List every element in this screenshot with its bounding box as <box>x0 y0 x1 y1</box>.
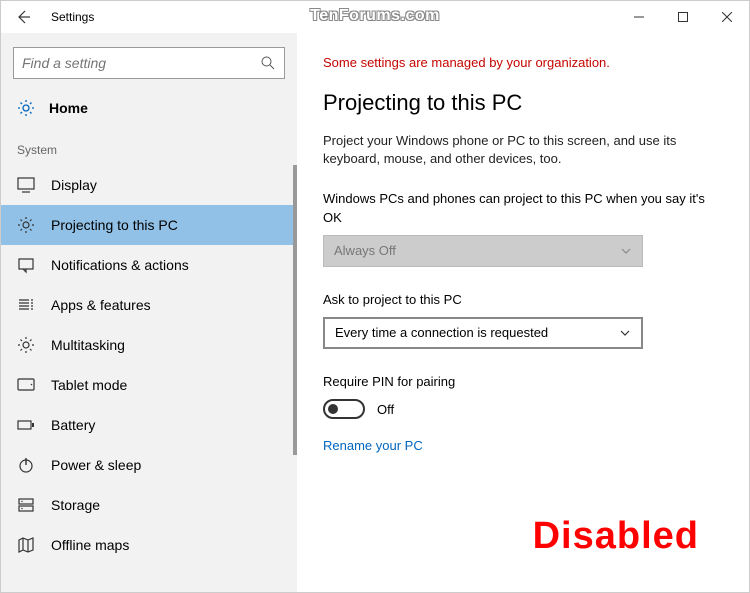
sidebar-item-multitasking[interactable]: Multitasking <box>1 325 297 365</box>
notifications-icon <box>17 256 35 274</box>
sidebar-item-storage[interactable]: Storage <box>1 485 297 525</box>
section-label: System <box>1 129 297 165</box>
sidebar-item-label: Power & sleep <box>51 457 141 473</box>
sidebar-item-label: Display <box>51 177 97 193</box>
page-description: Project your Windows phone or PC to this… <box>323 132 723 168</box>
sidebar-item-label: Notifications & actions <box>51 257 189 273</box>
battery-icon <box>17 416 35 434</box>
home-button[interactable]: Home <box>1 91 297 129</box>
sidebar-item-label: Tablet mode <box>51 377 127 393</box>
toggle-knob <box>328 404 338 414</box>
multitasking-icon <box>17 336 35 354</box>
sidebar-item-projecting[interactable]: Projecting to this PC <box>1 205 297 245</box>
arrow-left-icon <box>15 9 31 25</box>
nav-list: Display Projecting to this PC Notificati… <box>1 165 297 565</box>
sidebar-item-label: Multitasking <box>51 337 125 353</box>
org-notice: Some settings are managed by your organi… <box>323 55 723 70</box>
sidebar-item-label: Apps & features <box>51 297 151 313</box>
window-title: Settings <box>51 10 94 24</box>
maps-icon <box>17 536 35 554</box>
maximize-icon <box>678 12 688 22</box>
sidebar-item-label: Offline maps <box>51 537 129 553</box>
search-box[interactable] <box>13 47 285 79</box>
minimize-button[interactable] <box>617 1 661 33</box>
window-controls <box>617 1 749 33</box>
page-heading: Projecting to this PC <box>323 90 723 116</box>
sidebar-item-apps[interactable]: Apps & features <box>1 285 297 325</box>
display-icon <box>17 176 35 194</box>
power-icon <box>17 456 35 474</box>
pin-toggle[interactable] <box>323 399 365 419</box>
minimize-icon <box>634 12 644 22</box>
sidebar-item-label: Battery <box>51 417 95 433</box>
search-input[interactable] <box>22 55 260 71</box>
sidebar-item-battery[interactable]: Battery <box>1 405 297 445</box>
watermark: TenForums.com <box>310 7 440 25</box>
sidebar-item-display[interactable]: Display <box>1 165 297 205</box>
pin-label: Require PIN for pairing <box>323 373 723 391</box>
close-icon <box>722 12 732 22</box>
sidebar-item-notifications[interactable]: Notifications & actions <box>1 245 297 285</box>
sidebar-item-power[interactable]: Power & sleep <box>1 445 297 485</box>
sidebar: Home System Display Projecting to this P… <box>1 33 297 592</box>
maximize-button[interactable] <box>661 1 705 33</box>
gear-icon <box>17 99 35 117</box>
project-permission-select: Always Off <box>323 235 643 267</box>
tablet-icon <box>17 376 35 394</box>
chevron-down-icon <box>620 245 632 257</box>
sidebar-item-tablet[interactable]: Tablet mode <box>1 365 297 405</box>
home-label: Home <box>49 100 88 116</box>
close-button[interactable] <box>705 1 749 33</box>
chevron-down-icon <box>619 327 631 339</box>
search-icon <box>260 55 276 71</box>
project-permission-label: Windows PCs and phones can project to th… <box>323 190 723 226</box>
back-button[interactable] <box>1 1 45 33</box>
sidebar-item-maps[interactable]: Offline maps <box>1 525 297 565</box>
ask-project-select[interactable]: Every time a connection is requested <box>323 317 643 349</box>
main-panel: Some settings are managed by your organi… <box>297 33 749 592</box>
gear-icon <box>17 216 35 234</box>
sidebar-item-label: Projecting to this PC <box>51 217 178 233</box>
titlebar: Settings TenForums.com <box>1 1 749 33</box>
toggle-state-label: Off <box>377 402 394 417</box>
sidebar-item-label: Storage <box>51 497 100 513</box>
ask-project-label: Ask to project to this PC <box>323 291 723 309</box>
apps-icon <box>17 296 35 314</box>
select-value: Every time a connection is requested <box>335 325 548 340</box>
rename-pc-link[interactable]: Rename your PC <box>323 438 423 453</box>
storage-icon <box>17 496 35 514</box>
disabled-stamp: Disabled <box>533 515 699 558</box>
select-value: Always Off <box>334 243 396 258</box>
